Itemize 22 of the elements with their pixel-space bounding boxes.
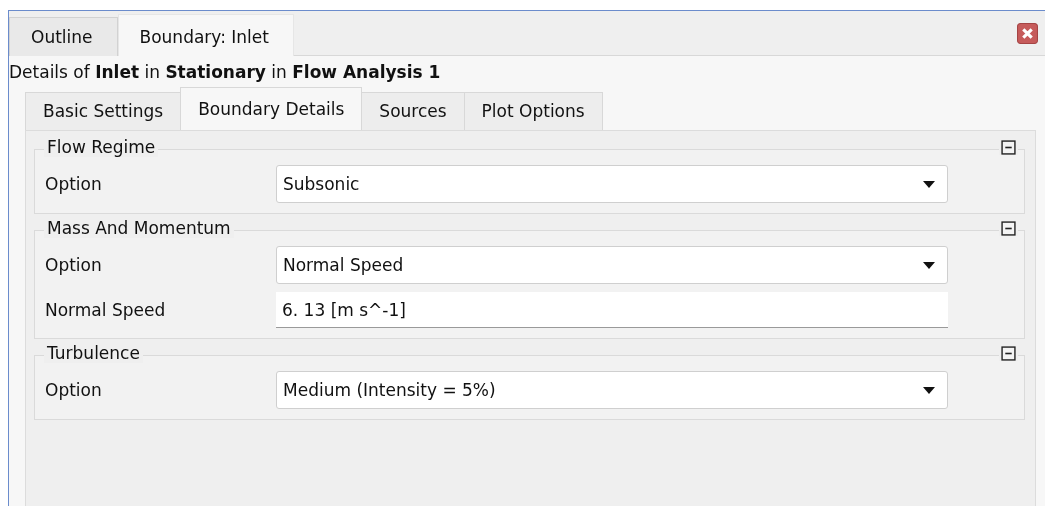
details-heading: Details of Inlet in Stationary in Flow Analysis 1 (9, 61, 442, 84)
caret-icon (923, 261, 935, 269)
tab[interactable]: Outline (9, 17, 118, 56)
tab[interactable]: Sources (361, 92, 465, 130)
field-label: Option (45, 174, 103, 194)
field-label: Option (45, 380, 103, 400)
close-icon[interactable] (1017, 22, 1038, 44)
field-label: Option (45, 255, 103, 275)
group-title: Flow Regime (44, 137, 159, 157)
tab[interactable]: Plot Options (463, 92, 603, 130)
collapse-icon[interactable] (999, 139, 1018, 155)
tab[interactable]: Basic Settings (25, 92, 182, 130)
collapse-icon[interactable] (999, 345, 1018, 361)
tab[interactable]: Boundary: Inlet (117, 14, 294, 56)
input-field[interactable]: 6. 13 [m s^-1] (276, 292, 948, 328)
dropdown[interactable]: Normal Speed (276, 246, 948, 284)
caret-icon (923, 386, 935, 394)
dropdown[interactable]: Subsonic (276, 165, 948, 203)
field-label: Normal Speed (45, 300, 167, 320)
caret-icon (923, 180, 935, 188)
collapse-icon[interactable] (999, 220, 1018, 236)
dropdown[interactable]: Medium (Intensity = 5%) (276, 371, 948, 409)
